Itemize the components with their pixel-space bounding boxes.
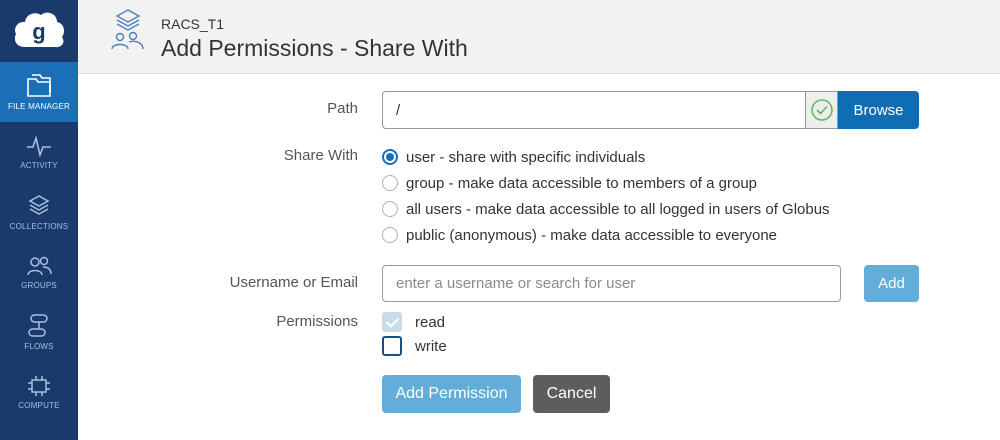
radio-button[interactable]: [382, 175, 398, 191]
path-input-group: Browse: [382, 91, 919, 129]
radio-button[interactable]: [382, 201, 398, 217]
share-option-public[interactable]: public (anonymous) - make data accessibl…: [382, 225, 777, 245]
username-input[interactable]: [382, 265, 841, 302]
shared-collection-icon: [111, 9, 144, 50]
layers-icon: [28, 195, 50, 215]
add-user-button[interactable]: Add: [864, 265, 919, 302]
globus-cloud-logo-icon: g: [14, 12, 65, 48]
sidebar-item-label: FLOWS: [24, 342, 54, 351]
compute-chip-icon: [28, 376, 50, 396]
write-checkbox[interactable]: [382, 336, 402, 356]
radio-button[interactable]: [382, 227, 398, 243]
share-option-label: public (anonymous) - make data accessibl…: [406, 226, 778, 244]
share-option-label: user - share with specific individuals: [406, 148, 646, 166]
permission-write-label: write: [415, 337, 447, 355]
cancel-button[interactable]: Cancel: [533, 375, 610, 413]
path-label: Path: [327, 100, 358, 117]
read-checkbox: [382, 312, 402, 332]
globus-logo[interactable]: g: [0, 0, 78, 62]
path-valid-indicator: [805, 91, 838, 129]
collection-name: RACS_T1: [161, 16, 225, 32]
sidebar-item-activity[interactable]: ACTIVITY: [0, 122, 78, 182]
sidebar-item-compute[interactable]: COMPUTE: [0, 362, 78, 422]
sidebar: g FILE MANAGER ACTIVITY COLLECTIONS GROU…: [0, 0, 78, 440]
sidebar-item-label: FILE MANAGER: [8, 102, 70, 111]
sidebar-item-file-manager[interactable]: FILE MANAGER: [0, 62, 78, 122]
page-header: RACS_T1 Add Permissions - Share With: [78, 0, 1000, 74]
permissions-label: Permissions: [276, 313, 358, 330]
svg-text:g: g: [32, 19, 45, 44]
sidebar-item-label: COLLECTIONS: [9, 222, 69, 231]
username-label: Username or Email: [229, 274, 358, 291]
page-title: Add Permissions - Share With: [161, 35, 468, 61]
folder-icon: [27, 74, 51, 97]
share-option-all-users[interactable]: all users - make data accessible to all …: [382, 199, 830, 219]
flows-icon: [28, 314, 48, 337]
sidebar-item-label: ACTIVITY: [20, 161, 58, 170]
permission-read-label: read: [415, 313, 446, 331]
share-option-label: group - make data accessible to members …: [406, 174, 758, 192]
radio-button-checked[interactable]: [382, 149, 398, 165]
permission-write[interactable]: write: [382, 336, 447, 356]
sidebar-item-collections[interactable]: COLLECTIONS: [0, 182, 78, 242]
sidebar-item-label: COMPUTE: [18, 401, 60, 410]
permission-read: read: [382, 312, 445, 332]
share-with-label: Share With: [283, 147, 358, 164]
share-option-user[interactable]: user - share with specific individuals: [382, 147, 645, 167]
path-input[interactable]: [382, 91, 805, 129]
sidebar-item-label: GROUPS: [21, 281, 57, 290]
add-permission-button[interactable]: Add Permission: [382, 375, 521, 413]
activity-pulse-icon: [27, 135, 51, 158]
share-option-label: all users - make data accessible to all …: [406, 200, 830, 218]
sidebar-item-flows[interactable]: FLOWS: [0, 302, 78, 362]
sidebar-item-groups[interactable]: GROUPS: [0, 242, 78, 302]
users-icon: [27, 256, 52, 276]
check-circle-icon: [810, 99, 833, 121]
share-option-group[interactable]: group - make data accessible to members …: [382, 173, 757, 193]
browse-button[interactable]: Browse: [838, 91, 919, 129]
